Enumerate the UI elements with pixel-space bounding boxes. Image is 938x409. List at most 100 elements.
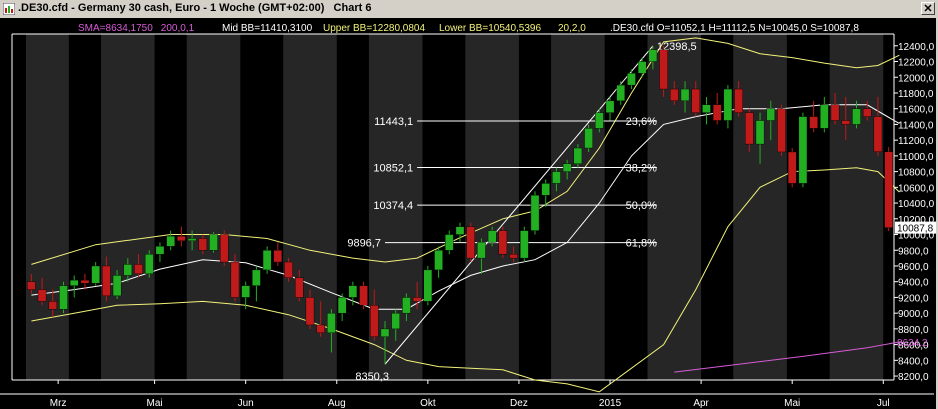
candle-body [369,305,379,337]
candle-body [198,238,208,251]
candle-body [680,88,690,102]
candle-body [402,297,411,314]
candle-body [144,253,154,275]
candle-body [48,301,58,310]
sma-price-label: 8634,2 [897,338,928,349]
y-tick-label: 9200,0 [898,293,929,304]
candle-body [487,230,497,243]
candle-body [412,297,422,302]
candle-body [423,269,433,302]
candle-body [337,297,347,314]
candle-body [552,171,561,184]
candle-body [702,104,711,113]
candle-up [59,281,68,314]
candle-down [359,281,368,310]
sma-indicator-label: SMA=8634,1750 200,0,1 [78,23,195,34]
candle-body [712,104,722,121]
y-tick-label: 11000,0 [898,152,934,163]
candle-body [230,261,240,298]
price-chart[interactable]: 11443,1 23,6% 10852,1 38,2% 10374,4 50,0% 9896… [0,18,936,409]
candle-body [262,250,272,271]
y-tick-label: 11600,0 [898,105,934,116]
candle-body [723,88,733,121]
candle-body [766,108,776,121]
x-tick-label: Jul [877,398,890,409]
candle-body [659,49,668,90]
fib-swing-low-label: 8350,3 [355,371,389,383]
candle-body [284,261,293,278]
candle-up [423,265,433,306]
x-tick-label: Apr [693,398,709,409]
candle-body [123,264,133,276]
x-tick-label: Okt [420,398,436,409]
bb-mid-label: Mid BB=11410,3100 [222,23,313,34]
period-stripe [26,34,69,380]
candle-body [873,116,883,152]
fib-level-percent-label: 38,2% [626,163,657,175]
candle-body [27,281,36,290]
candle-up [798,112,808,188]
chart-window: .DE30.cfd - Germany 30 cash, Euro - 1 Wo… [0,0,938,409]
period-stripe [186,34,241,380]
y-tick-label: 12000,0 [898,73,935,84]
candle-body [637,61,647,74]
period-stripe [733,34,787,380]
candle-up [530,191,540,235]
candle-body [573,147,583,164]
fib-level-price-label: 9896,7 [347,238,381,250]
candle-body [595,112,604,129]
period-stripe [829,34,884,380]
candle-up [209,232,218,253]
candle-body [91,265,100,284]
candle-body [734,88,743,113]
candle-body [219,234,229,263]
candle-body [455,226,465,235]
y-tick-label: 9600,0 [898,262,929,273]
candle-body [294,277,304,298]
candle-up [262,246,272,274]
candle-body [809,116,818,129]
candle-body [616,84,626,102]
candle-body [434,250,443,271]
candle-body [584,128,593,149]
candle-body [841,120,851,125]
candle-body [155,246,165,255]
y-tick-label: 8400,0 [898,356,929,367]
y-tick-label: 9800,0 [898,246,929,257]
candle-body [745,112,754,145]
candle-body [520,230,529,259]
y-tick-label: 8200,0 [898,372,929,383]
y-tick-label: 10400,0 [898,199,935,210]
candle-body [562,163,572,172]
candle-body [69,279,79,286]
candle-body [627,73,636,86]
candle-down [498,226,508,259]
current-price-label: 10087,8 [897,224,934,235]
candle-up [144,250,154,278]
candle-body [177,235,186,242]
candle-body [348,285,358,298]
candle-body [830,104,840,121]
candle-body [391,312,400,330]
candle-body [787,151,797,184]
candle-body [316,324,325,334]
candle-body [327,312,336,334]
candle-body [241,285,250,298]
candle-body [648,49,658,62]
candle-body [209,234,218,251]
candle-up [520,226,529,263]
close-button[interactable] [921,2,935,15]
y-tick-label: 10600,0 [898,183,935,194]
candle-body [477,242,486,259]
candle-body [134,264,143,275]
candle-body [37,289,47,302]
candle-down [787,148,797,188]
chart-window-icon [3,3,15,15]
title-bar[interactable]: .DE30.cfd - Germany 30 cash, Euro - 1 Wo… [0,0,938,19]
y-tick-label: 8800,0 [898,325,929,336]
candle-body [530,195,540,231]
period-stripe [465,34,519,380]
candle-body [852,108,861,125]
bb-lower-label: Lower BB=10540,5396 [439,23,541,34]
fib-level-price-label: 10852,1 [373,163,413,175]
